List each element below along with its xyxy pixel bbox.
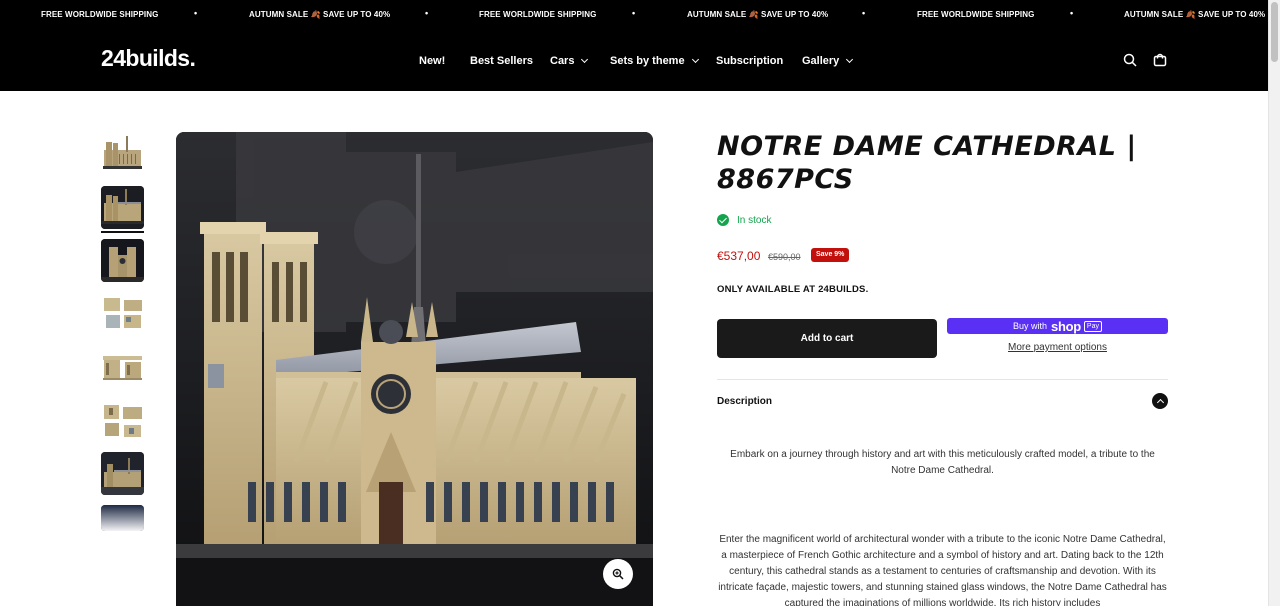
gallery-thumbnail[interactable] — [101, 239, 144, 282]
nav-label: Gallery — [802, 55, 840, 67]
gallery-thumbnail-active[interactable] — [101, 186, 144, 229]
announcement-text: FREE WORLDWIDE SHIPPING — [479, 10, 597, 19]
scrollbar-thumb[interactable] — [1271, 2, 1278, 62]
announcement-text: FREE WORLDWIDE SHIPPING — [41, 10, 159, 19]
add-to-cart-button[interactable]: Add to cart — [717, 319, 937, 358]
main-product-image[interactable] — [176, 132, 653, 606]
shop-pay-prefix: Buy with — [1013, 321, 1048, 331]
shop-pay-suffix: Pay — [1083, 320, 1102, 332]
check-circle-icon — [717, 214, 729, 226]
site-logo[interactable]: 24builds. — [101, 45, 196, 72]
nav-item-cars[interactable]: Cars — [550, 55, 589, 67]
shop-pay-logo: shop — [1051, 318, 1081, 334]
gallery-thumbnail[interactable] — [101, 452, 144, 495]
chevron-down-icon — [846, 55, 854, 64]
nav-label: Cars — [550, 55, 575, 67]
nav-item-best-sellers[interactable]: Best Sellers — [470, 55, 533, 67]
announcement-text: AUTUMN SALE 🍂 SAVE UP TO 40% — [1124, 10, 1266, 19]
site-header: 24builds. New! Best Sellers Cars Sets by… — [0, 30, 1268, 91]
active-thumbnail-indicator — [101, 231, 144, 233]
chevron-down-icon — [581, 55, 589, 64]
chevron-down-icon — [691, 55, 699, 64]
availability-note: ONLY AVAILABLE AT 24BUILDS. — [717, 284, 869, 295]
announcement-bar: FREE WORLDWIDE SHIPPING • AUTUMN SALE 🍂 … — [0, 0, 1268, 30]
gallery-thumbnail[interactable] — [101, 132, 144, 175]
nav-item-new[interactable]: New! — [419, 55, 445, 67]
cart-icon[interactable] — [1153, 53, 1167, 67]
announcement-separator: • — [632, 8, 636, 18]
page: FREE WORLDWIDE SHIPPING • AUTUMN SALE 🍂 … — [0, 0, 1280, 606]
save-badge: Save 9% — [811, 248, 850, 262]
page-scrollbar[interactable] — [1268, 0, 1280, 606]
nav-label: Subscription — [716, 55, 784, 67]
nav-label: Best Sellers — [470, 55, 533, 67]
description-paragraph: Embark on a journey through history and … — [730, 449, 1155, 476]
search-icon[interactable] — [1123, 53, 1137, 67]
announcement-separator: • — [1070, 8, 1074, 18]
description-accordion-header[interactable]: Description — [717, 380, 1168, 422]
announcement-text: AUTUMN SALE 🍂 SAVE UP TO 40% — [687, 10, 829, 19]
nav-label: New! — [419, 55, 446, 67]
announcement-text: FREE WORLDWIDE SHIPPING — [917, 10, 1035, 19]
description-label: Description — [717, 396, 773, 407]
gallery-thumbnail[interactable] — [101, 399, 144, 442]
sale-price: €537,00 — [717, 249, 761, 263]
gallery-thumbnail[interactable] — [101, 346, 144, 389]
nav-label: Sets by theme — [610, 55, 685, 67]
announcement-text: AUTUMN SALE 🍂 SAVE UP TO 40% — [249, 10, 391, 19]
nav-item-gallery[interactable]: Gallery — [802, 55, 854, 67]
zoom-button[interactable] — [603, 559, 633, 589]
more-payment-options-link[interactable]: More payment options — [947, 342, 1168, 353]
chevron-up-icon[interactable] — [1152, 393, 1168, 409]
stock-label: In stock — [737, 214, 772, 226]
nav-item-subscription[interactable]: Subscription — [716, 55, 783, 67]
stock-status: In stock — [717, 214, 771, 226]
nav-item-sets-by-theme[interactable]: Sets by theme — [610, 55, 699, 67]
gallery-thumbnail[interactable] — [101, 292, 144, 335]
product-title: NOTRE DAME CATHEDRAL | 8867PCS — [717, 131, 1137, 195]
announcement-separator: • — [194, 8, 198, 18]
announcement-separator: • — [862, 8, 866, 18]
gallery-thumbnail[interactable] — [101, 505, 144, 531]
description-paragraph: Enter the magnificent world of architect… — [718, 534, 1167, 606]
shop-pay-button[interactable]: Buy with shop Pay — [947, 318, 1168, 334]
compare-price: €590,00 — [768, 252, 801, 262]
zoom-icon — [612, 568, 624, 580]
announcement-separator: • — [425, 8, 429, 18]
